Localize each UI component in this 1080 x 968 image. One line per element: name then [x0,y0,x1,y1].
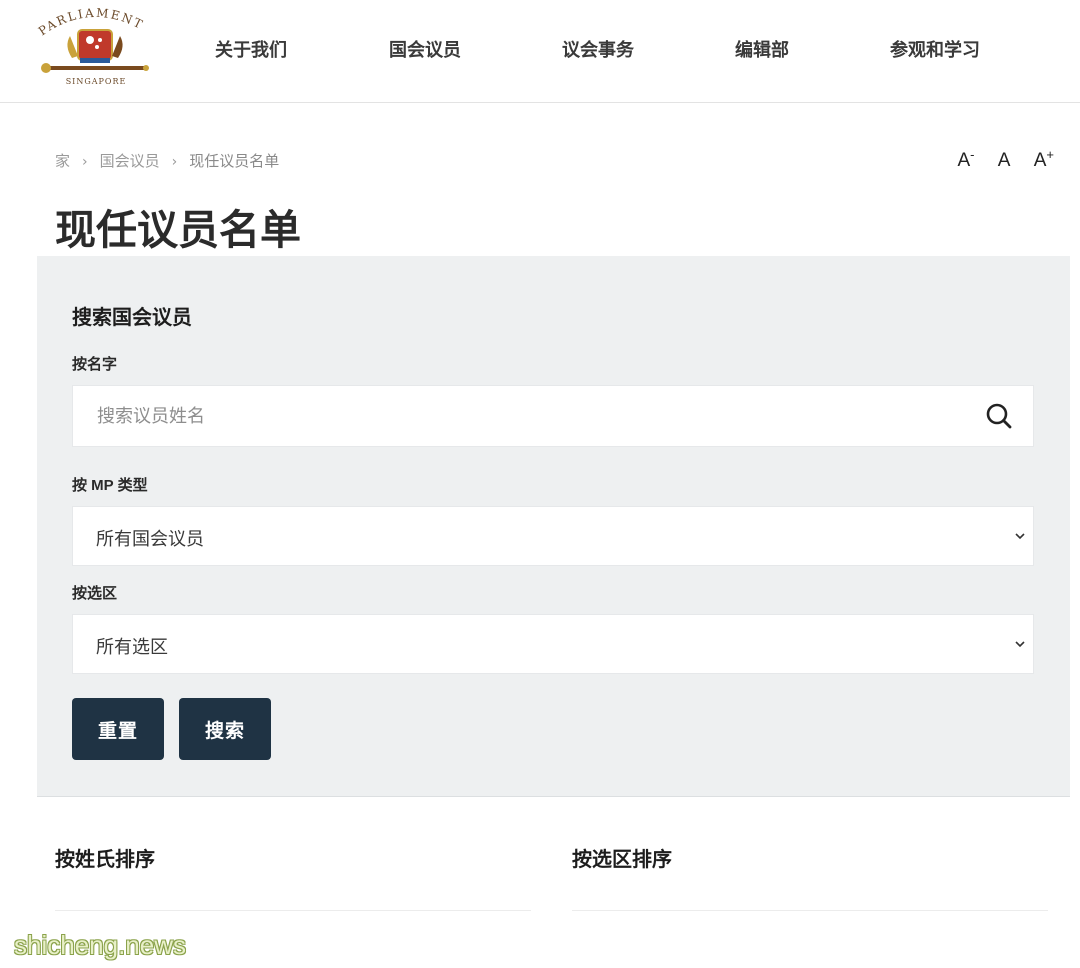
nav-item-parliament-business[interactable]: 议会事务 [562,36,634,62]
sort-by-constituency-heading: 按选区排序 [572,847,672,871]
font-size-controls: A- A A+ [939,147,1054,172]
divider [55,910,531,911]
reset-button[interactable]: 重置 [72,698,164,760]
nav-item-newsroom[interactable]: 编辑部 [735,36,789,62]
page-title: 现任议员名单 [55,206,301,254]
nav-item-about[interactable]: 关于我们 [215,36,287,62]
watermark: shicheng.news [14,930,186,960]
constituency-label: 按选区 [72,585,118,602]
breadcrumb: 家 › 国会议员 › 现任议员名单 [55,150,279,171]
mp-type-select[interactable]: 所有国会议员 [72,506,1034,566]
breadcrumb-home[interactable]: 家 [55,150,70,171]
chevron-down-icon [1015,533,1025,540]
sort-by-surname-heading: 按姓氏排序 [55,847,155,871]
font-increase-mark: + [1046,147,1054,162]
chevron-down-icon [1015,641,1025,648]
font-increase-letter: A [1033,150,1047,172]
breadcrumb-separator: › [171,154,178,170]
constituency-value: 所有选区 [96,637,168,658]
main-nav: 关于我们 国会议员 议会事务 编辑部 参观和学习 [0,36,1080,62]
search-icon[interactable] [985,402,1013,430]
breadcrumb-current: 现任议员名单 [189,152,280,170]
nav-item-visit-learn[interactable]: 参观和学习 [890,36,980,62]
mp-type-value: 所有国会议员 [96,529,204,550]
font-decrease-letter: A [957,150,971,172]
site-header: PARLIAMENT SINGAPORE 关于我们 国会议员 议会事务 编辑部 … [0,0,1080,103]
constituency-select[interactable]: 所有选区 [72,614,1034,674]
font-normal-button[interactable]: A [998,150,1011,172]
search-heading: 搜索国会议员 [72,305,192,329]
search-panel: 搜索国会议员 按名字 按 MP 类型 所有国会议员 按选区 所有选区 重置 搜索 [37,256,1070,797]
breadcrumb-separator: › [82,154,88,170]
name-search-box [72,385,1034,447]
search-button[interactable]: 搜索 [179,698,271,760]
font-decrease-mark: - [970,147,975,162]
mp-type-label: 按 MP 类型 [72,477,148,494]
nav-item-mps[interactable]: 国会议员 [389,36,461,62]
name-search-input[interactable] [73,386,973,446]
divider [572,910,1048,911]
logo-sub-text: SINGAPORE [66,77,127,86]
breadcrumb-mps[interactable]: 国会议员 [100,150,160,171]
name-field-label: 按名字 [72,356,118,373]
font-increase-button[interactable]: A+ [1034,147,1054,172]
font-decrease-button[interactable]: A- [957,147,974,172]
